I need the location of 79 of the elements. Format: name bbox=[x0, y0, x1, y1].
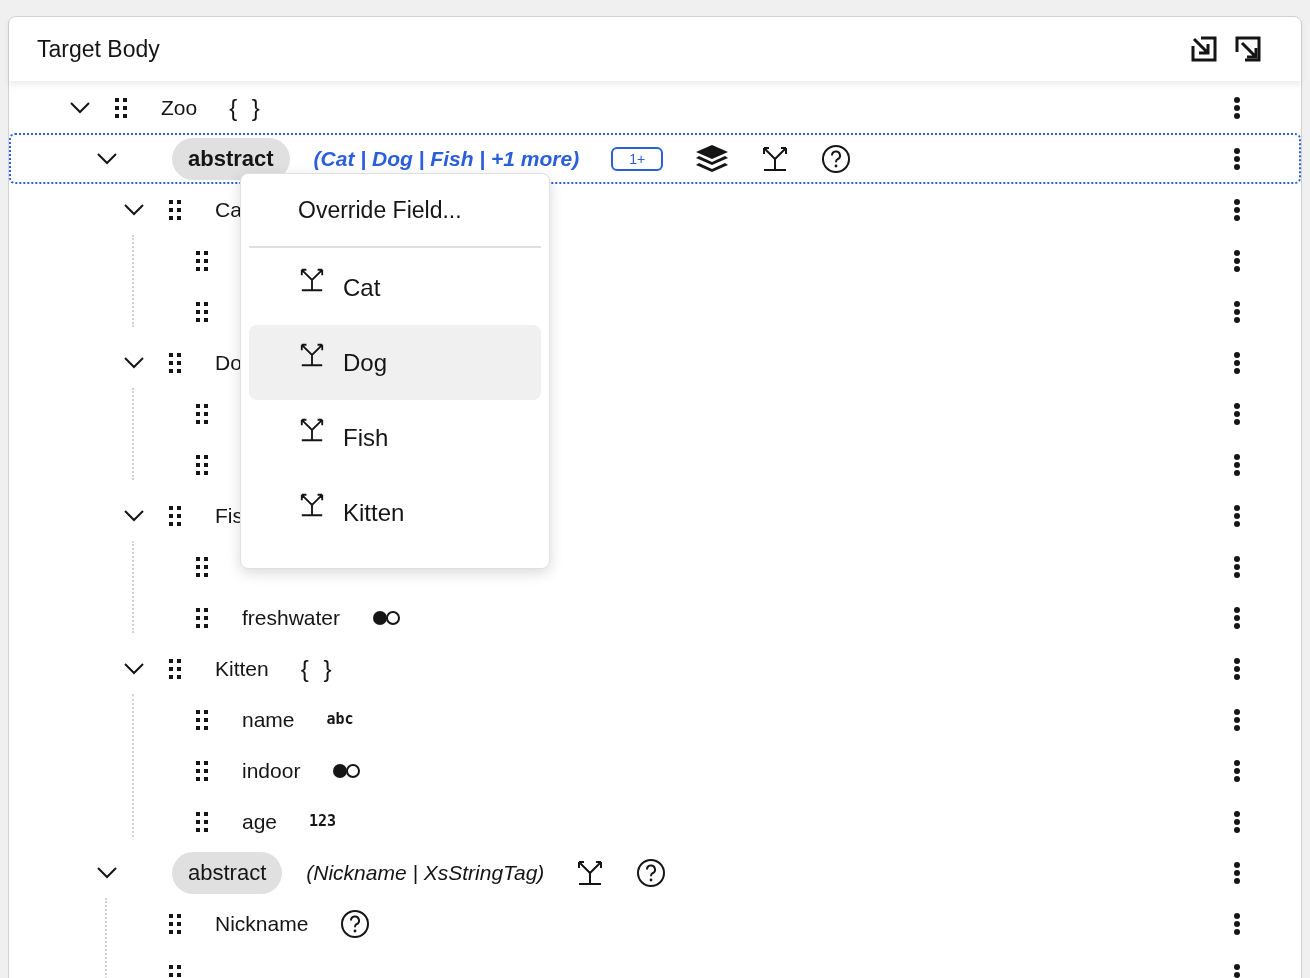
union-types: (Nickname | XsStringTag) bbox=[306, 859, 545, 886]
chevron-down-icon[interactable] bbox=[69, 100, 91, 115]
more-options-icon[interactable] bbox=[1233, 452, 1241, 477]
menu-header: Override Field... bbox=[297, 196, 463, 225]
field-name: Ca bbox=[215, 196, 242, 223]
collapse-all-icon[interactable] bbox=[1191, 36, 1217, 62]
drag-handle-icon[interactable] bbox=[196, 301, 208, 322]
more-options-icon[interactable] bbox=[1233, 860, 1241, 885]
more-options-icon[interactable] bbox=[1233, 758, 1241, 783]
more-options-icon[interactable] bbox=[1233, 299, 1241, 324]
chevron-down-icon[interactable] bbox=[123, 661, 145, 676]
drag-handle-icon[interactable] bbox=[196, 250, 208, 271]
menu-item[interactable]: Fish bbox=[249, 400, 541, 475]
chevron-down-icon[interactable] bbox=[123, 508, 145, 523]
more-options-icon[interactable] bbox=[1233, 554, 1241, 579]
type-label: { } bbox=[300, 653, 336, 684]
abstract-chip: abstract bbox=[172, 851, 283, 894]
field-name: Zoo bbox=[161, 94, 198, 121]
panel-title: Target Body bbox=[37, 34, 160, 64]
more-options-icon[interactable] bbox=[1233, 656, 1241, 681]
count-badge: 1+ bbox=[611, 146, 664, 171]
more-options-icon[interactable] bbox=[1233, 197, 1241, 222]
more-options-icon[interactable] bbox=[1233, 707, 1241, 732]
field-name: Do bbox=[215, 349, 242, 376]
field-name: name bbox=[242, 706, 295, 733]
drag-handle-icon[interactable] bbox=[196, 556, 208, 577]
help-icon[interactable] bbox=[636, 857, 667, 888]
override-icon[interactable] bbox=[761, 144, 790, 173]
field-name: age bbox=[242, 808, 278, 835]
more-options-icon[interactable] bbox=[1233, 809, 1241, 834]
override-icon[interactable] bbox=[299, 266, 325, 293]
drag-handle-icon[interactable] bbox=[169, 658, 181, 679]
drag-handle-icon[interactable] bbox=[115, 97, 127, 118]
more-options-icon[interactable] bbox=[1233, 503, 1241, 528]
chevron-down-icon[interactable] bbox=[123, 355, 145, 370]
drag-handle-icon[interactable] bbox=[196, 760, 208, 781]
type-label: abc bbox=[326, 709, 354, 731]
expand-all-icon[interactable] bbox=[1235, 36, 1261, 62]
override-icon[interactable] bbox=[299, 416, 325, 443]
more-options-icon[interactable] bbox=[1233, 401, 1241, 426]
help-icon[interactable] bbox=[340, 908, 371, 939]
union-types: (Cat | Dog | Fish | +1 more) bbox=[313, 145, 580, 172]
layers-icon[interactable] bbox=[695, 143, 730, 174]
more-options-icon[interactable] bbox=[1233, 95, 1241, 120]
more-options-icon[interactable] bbox=[1233, 146, 1241, 171]
menu-item[interactable]: Cat bbox=[249, 250, 541, 325]
abstract-chip: abstract bbox=[172, 137, 290, 180]
drag-handle-icon[interactable] bbox=[169, 505, 181, 526]
field-name: Nickname bbox=[215, 910, 309, 937]
field-name: indoor bbox=[242, 757, 301, 784]
override-icon[interactable] bbox=[299, 341, 325, 368]
more-options-icon[interactable] bbox=[1233, 911, 1241, 936]
type-label: 123 bbox=[309, 811, 337, 833]
override-icon[interactable] bbox=[576, 858, 605, 887]
tree-row[interactable]: abstract (Nickname | XsStringTag) bbox=[9, 847, 1301, 898]
drag-handle-icon[interactable] bbox=[169, 964, 181, 978]
more-options-icon[interactable] bbox=[1233, 605, 1241, 630]
drag-handle-icon[interactable] bbox=[169, 352, 181, 373]
drag-handle-icon[interactable] bbox=[196, 811, 208, 832]
drag-handle-icon[interactable] bbox=[169, 913, 181, 934]
boolean-icon bbox=[332, 762, 363, 779]
boolean-icon bbox=[372, 609, 403, 626]
field-name: freshwater bbox=[242, 604, 341, 631]
drag-handle-icon[interactable] bbox=[196, 709, 208, 730]
chevron-down-icon[interactable] bbox=[96, 151, 118, 166]
more-options-icon[interactable] bbox=[1233, 248, 1241, 273]
chevron-down-icon[interactable] bbox=[96, 865, 118, 880]
drag-handle-icon[interactable] bbox=[196, 403, 208, 424]
drag-handle-icon[interactable] bbox=[169, 199, 181, 220]
menu-item[interactable]: Kitten bbox=[249, 475, 541, 550]
override-icon[interactable] bbox=[299, 491, 325, 518]
chevron-down-icon[interactable] bbox=[123, 202, 145, 217]
menu-item[interactable]: Dog bbox=[249, 325, 541, 400]
help-icon[interactable] bbox=[821, 143, 852, 174]
more-options-icon[interactable] bbox=[1233, 350, 1241, 375]
drag-handle-icon[interactable] bbox=[196, 454, 208, 475]
field-name: Kitten bbox=[215, 655, 269, 682]
type-label: { } bbox=[229, 92, 264, 123]
drag-handle-icon[interactable] bbox=[196, 607, 208, 628]
